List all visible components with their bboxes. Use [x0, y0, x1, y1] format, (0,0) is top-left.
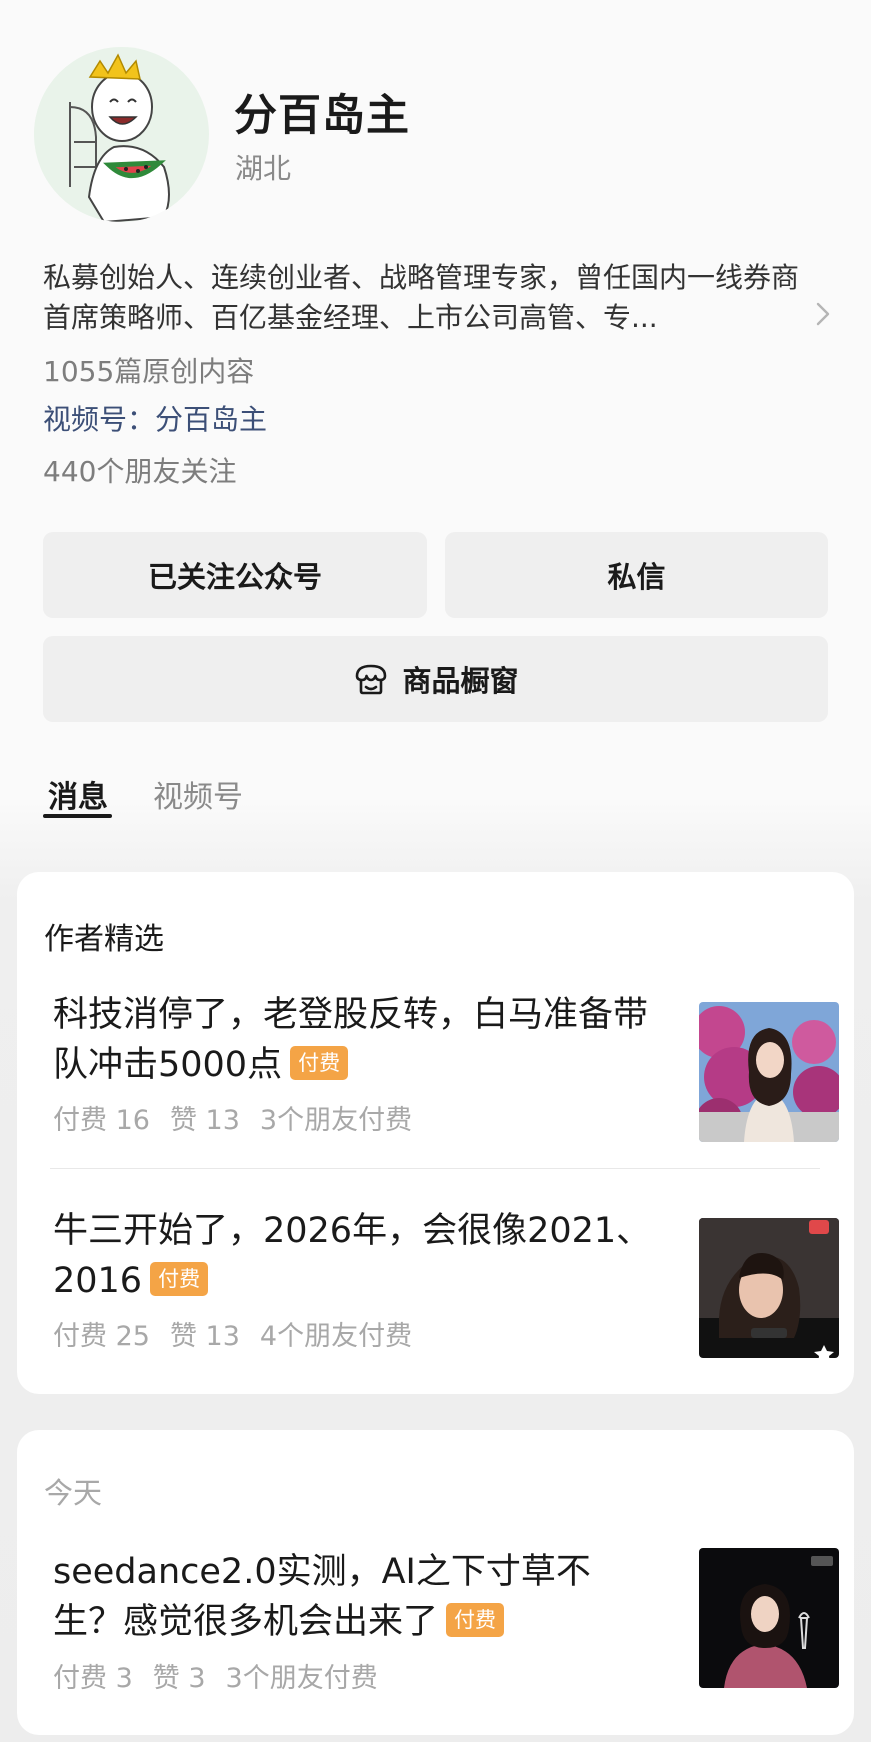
- article-title: seedance2.0实测，AI之下寸草不生？感觉很多机会出来了 付费: [53, 1547, 653, 1647]
- followed-account-button[interactable]: 已关注公众号: [43, 532, 427, 618]
- profile-header: 分百岛主 湖北: [34, 47, 834, 222]
- featured-title: 作者精选: [44, 922, 164, 957]
- like-count: 赞 13: [169, 1321, 240, 1352]
- paid-badge: 付费: [446, 1603, 505, 1637]
- friends-paid: 4个朋友付费: [259, 1321, 413, 1352]
- shop-window-label: 商品橱窗: [402, 664, 519, 698]
- bio-row[interactable]: 私募创始人、连续创业者、战略管理专家，曾任国内一线券商首席策略师、百亿基金经理、…: [43, 258, 833, 338]
- profile-region: 湖北: [235, 152, 292, 185]
- article-title: 牛三开始了，2026年，会很像2021、2016 付费: [53, 1206, 653, 1306]
- paid-badge: 付费: [290, 1046, 349, 1080]
- friends-paid: 3个朋友付费: [259, 1105, 413, 1136]
- shop-bag-icon: [356, 664, 387, 695]
- channel-label: 视频号：: [43, 403, 156, 436]
- article-title-text: 牛三开始了，2026年，会很像2021、2016: [53, 1211, 652, 1301]
- tab-channels[interactable]: 视频号: [153, 772, 243, 816]
- article-thumbnail: [699, 1002, 839, 1142]
- article-meta: 付费 16 赞 13 3个朋友付费: [53, 1098, 412, 1137]
- friends-following: 440个朋友关注: [43, 455, 237, 488]
- paid-count: 付费 16: [53, 1105, 150, 1136]
- article-item[interactable]: 科技消停了，老登股反转，白马准备带队冲击5000点 付费 付费 16 赞 13 3个朋…: [53, 990, 839, 1142]
- article-thumbnail: [699, 1548, 839, 1688]
- article-item[interactable]: 牛三开始了，2026年，会很像2021、2016 付费 付费 25 赞 13 4个朋友…: [53, 1206, 839, 1358]
- original-count: 1055篇原创内容: [43, 355, 255, 388]
- article-thumbnail: [699, 1218, 839, 1358]
- private-message-label: 私信: [607, 560, 666, 594]
- article-title: 科技消停了，老登股反转，白马准备带队冲击5000点 付费: [53, 990, 653, 1090]
- profile-name: 分百岛主: [234, 91, 410, 141]
- like-count: 赞 3: [152, 1663, 206, 1694]
- article-item[interactable]: seedance2.0实测，AI之下寸草不生？感觉很多机会出来了 付费 付费 3 赞…: [53, 1547, 839, 1697]
- active-tab-indicator: [43, 814, 112, 818]
- private-message-button[interactable]: 私信: [445, 532, 828, 618]
- shop-window-button[interactable]: 商品橱窗: [43, 636, 828, 722]
- divider: [50, 1168, 820, 1169]
- paid-count: 付费 3: [53, 1663, 133, 1694]
- avatar[interactable]: [34, 47, 209, 222]
- paid-count: 付费 25: [53, 1321, 150, 1352]
- today-title: 今天: [44, 1476, 103, 1510]
- friends-paid: 3个朋友付费: [225, 1663, 378, 1694]
- featured-card: 作者精选 科技消停了，老登股反转，白马准备带队冲击5000点 付费 付费 16 赞 …: [17, 872, 854, 1394]
- profile-bio: 私募创始人、连续创业者、战略管理专家，曾任国内一线券商首席策略师、百亿基金经理、…: [43, 261, 800, 334]
- article-meta: 付费 3 赞 3 3个朋友付费: [53, 1656, 378, 1695]
- article-title-text: 科技消停了，老登股反转，白马准备带队冲击5000点: [53, 995, 649, 1085]
- followed-account-label: 已关注公众号: [147, 560, 322, 594]
- today-card: 今天 seedance2.0实测，AI之下寸草不生？感觉很多机会出来了 付费 付费…: [17, 1430, 854, 1735]
- tab-messages[interactable]: 消息: [48, 772, 108, 816]
- article-title-text: seedance2.0实测，AI之下寸草不生？感觉很多机会出来了: [53, 1552, 591, 1642]
- channel-link[interactable]: 视频号：分百岛主: [43, 398, 267, 438]
- channel-name: 分百岛主: [155, 403, 268, 436]
- paid-badge: 付费: [150, 1262, 209, 1296]
- like-count: 赞 13: [169, 1105, 240, 1136]
- article-meta: 付费 25 赞 13 4个朋友付费: [53, 1314, 412, 1353]
- chevron-right-icon: [816, 302, 830, 326]
